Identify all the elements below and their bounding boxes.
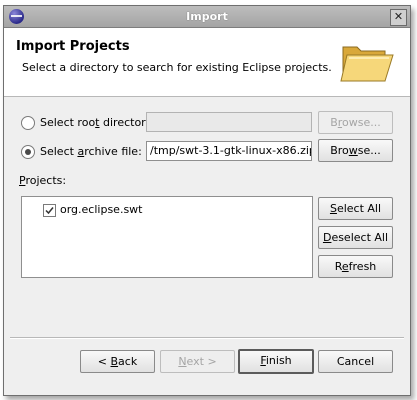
wizard-header: Import Projects Select a directory to se… bbox=[4, 28, 410, 97]
archive-file-radio[interactable] bbox=[21, 145, 35, 159]
close-button[interactable]: ✕ bbox=[390, 9, 407, 26]
import-dialog: Import ✕ Import Projects Select a direct… bbox=[3, 5, 411, 396]
folder-icon bbox=[340, 46, 394, 82]
browse-archive-button[interactable]: Browse... bbox=[318, 139, 393, 162]
page-title: Import Projects bbox=[16, 39, 130, 54]
finish-button[interactable]: Finish bbox=[238, 349, 314, 374]
root-directory-field[interactable] bbox=[146, 112, 312, 132]
window-title: Import bbox=[186, 10, 228, 23]
next-button[interactable]: Next > bbox=[160, 350, 235, 373]
select-all-button[interactable]: Select All bbox=[318, 197, 393, 220]
title-bar[interactable]: Import ✕ bbox=[4, 6, 410, 28]
project-name: org.eclipse.swt bbox=[60, 203, 143, 216]
archive-file-field[interactable]: /tmp/swt-3.1-gtk-linux-x86.zip bbox=[146, 141, 312, 161]
back-button[interactable]: < Back bbox=[80, 350, 155, 373]
projects-label: Projects: bbox=[19, 174, 67, 187]
footer-separator bbox=[10, 337, 404, 339]
archive-file-label: Select archive file: bbox=[40, 145, 142, 158]
project-checkbox[interactable] bbox=[43, 204, 56, 217]
browse-root-button[interactable]: Browse... bbox=[318, 111, 393, 134]
page-description: Select a directory to search for existin… bbox=[22, 61, 332, 74]
cancel-button[interactable]: Cancel bbox=[318, 350, 393, 373]
refresh-button[interactable]: Refresh bbox=[318, 255, 393, 278]
checkmark-icon bbox=[45, 207, 54, 215]
deselect-all-button[interactable]: Deselect All bbox=[318, 226, 393, 249]
root-directory-radio[interactable] bbox=[21, 116, 35, 130]
projects-list[interactable]: org.eclipse.swt bbox=[21, 196, 313, 278]
root-directory-label: Select root directory: bbox=[40, 116, 156, 129]
